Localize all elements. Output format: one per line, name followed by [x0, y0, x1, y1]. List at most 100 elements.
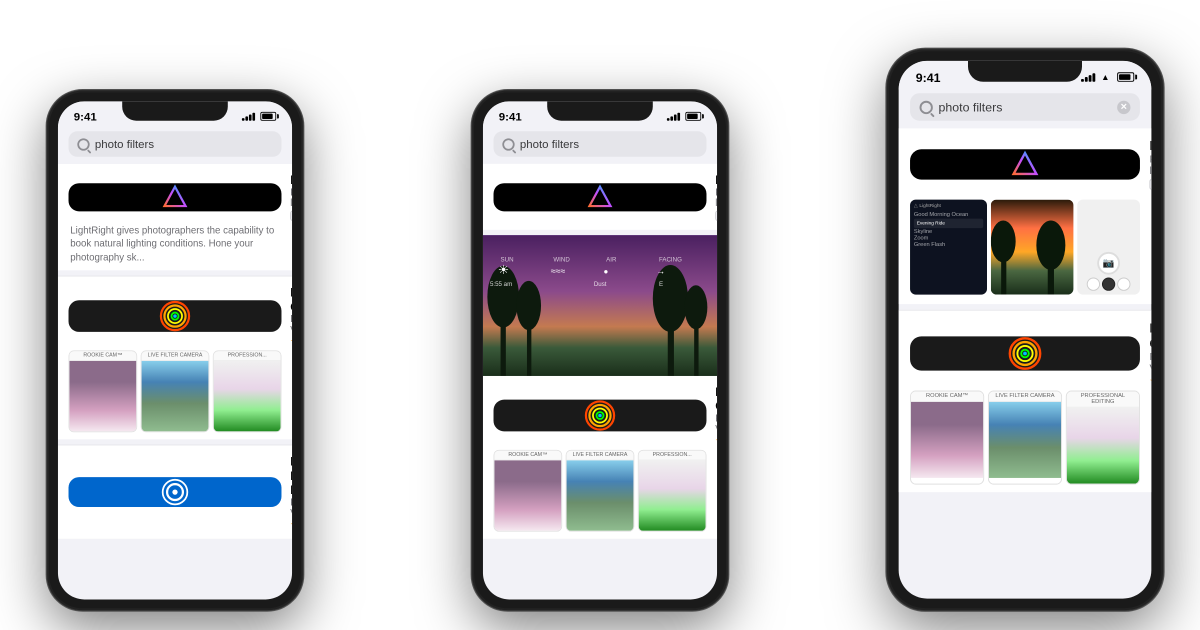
rookie-ss-3-label-middle: PROFESSION... — [639, 451, 706, 461]
rookie-ss-2-label-right: LIVE FILTER CAMERA — [989, 392, 1061, 402]
rookie-stars-right: ★★★★★ — [1149, 376, 1151, 386]
battery-fill-right — [1119, 74, 1130, 80]
lightright-card-right[interactable]: LightRight Photo filters for all lightin… — [899, 128, 1152, 304]
svg-text:AIR: AIR — [606, 257, 617, 264]
battery-middle — [685, 112, 701, 121]
lightright-subtitle-left: Photo filters for all lighting — [290, 188, 292, 209]
search-query-left: photo filters — [95, 137, 273, 150]
phone-frame-right: 9:41 ▲ — [887, 50, 1163, 611]
search-bar-right[interactable]: photo filters ✕ — [910, 93, 1140, 121]
rookie-header-middle: Rookie Cam™ Photo & Video ★★★★★ 3.8K — [494, 385, 707, 447]
status-icons-middle — [667, 112, 701, 121]
svg-text:≈≈≈: ≈≈≈ — [551, 266, 566, 276]
signal-bars-right — [1081, 73, 1095, 82]
search-icon-right — [920, 100, 933, 113]
signal-bar-1 — [242, 118, 245, 121]
rookie-ss-3-label-left: PROFESSION... — [214, 351, 281, 361]
rookie-card-middle[interactable]: Rookie Cam™ Photo & Video ★★★★★ 3.8K ROO… — [483, 376, 717, 539]
rookie-screenshots-middle: ROOKIE CAM™ LIVE FILTER CAMERA PROFESSIO… — [494, 450, 707, 532]
search-bar-middle[interactable]: photo filters — [494, 131, 707, 157]
wifi-icon-right: ▲ — [1101, 72, 1109, 82]
phone-screen-middle: 9:41 photo — [483, 101, 717, 599]
rookie-svg-right — [1008, 336, 1042, 370]
rookie-cam-svg — [159, 300, 191, 332]
lightright-icon-right — [910, 149, 1140, 179]
battery-fill-left — [262, 114, 273, 119]
status-time-middle: 9:41 — [499, 110, 522, 123]
rookie-ss-1-left: ROOKIE CAM™ — [69, 351, 138, 433]
rookie-ss-1-img-left — [69, 361, 136, 431]
rookie-subtitle-middle: Photo & Video — [715, 414, 717, 435]
notch-middle — [547, 101, 653, 120]
rookie-ss-2-img-right — [989, 402, 1061, 478]
ecp-stars-left: ★★★★★ — [290, 520, 292, 530]
search-icon-middle — [502, 138, 514, 150]
rookie-subtitle-left: Photo & Video — [290, 314, 292, 335]
svg-text:FACING: FACING — [659, 257, 682, 264]
phone-screen-right: 9:41 ▲ — [899, 61, 1152, 599]
signal-bar-r4 — [1093, 73, 1096, 82]
rookie-subtitle-right: Photo & Video — [1149, 352, 1151, 375]
lightright-screenshots-right: △ LightRight Good Morning Ocean Evening … — [899, 200, 1152, 304]
landscape-svg: SUN WIND AIR FACING ☀ ≈≈≈ ● → 5:55 am Du… — [483, 235, 717, 376]
battery-left — [260, 112, 276, 121]
lightright-info-right: LightRight Photo filters for all lightin… — [1149, 138, 1151, 190]
app-list-left: LightRight Photo filters for all lightin… — [58, 164, 292, 600]
rookie-name-right: Rookie Cam™ — [1149, 320, 1151, 350]
ecp-info-left: ECP Photo - Editor,... Photo & Video ★★★… — [290, 454, 292, 530]
rookie-ss-3-img-middle — [639, 460, 706, 530]
svg-text:→: → — [656, 266, 665, 276]
signal-bar-r1 — [1081, 78, 1084, 81]
signal-bar-3 — [249, 114, 252, 120]
rookie-ss-3-left: PROFESSION... — [213, 351, 282, 433]
rookie-info-middle: Rookie Cam™ Photo & Video ★★★★★ 3.8K — [715, 385, 717, 447]
rookie-ss-2-middle: LIVE FILTER CAMERA — [566, 450, 635, 532]
phone-middle: 9:41 photo — [472, 91, 727, 610]
lr-sunset-svg — [990, 200, 1073, 295]
search-clear-right[interactable]: ✕ — [1117, 100, 1130, 113]
svg-text:☀: ☀ — [498, 263, 509, 277]
landscape-image-middle: SUN WIND AIR FACING ☀ ≈≈≈ ● → 5:55 am Du… — [483, 235, 717, 376]
rookie-card-left[interactable]: Rookie Cam™ Photo & Video ★★★★★ 3.8K — [58, 277, 292, 440]
rookie-name-left: Rookie Cam™ — [290, 285, 292, 313]
ecp-header-left: ECP Photo - Editor,... Photo & Video ★★★… — [69, 454, 282, 530]
status-time-left: 9:41 — [74, 110, 97, 123]
rookie-ss-2-img-left — [142, 361, 209, 431]
rookie-ss-3-right: PROFESSIONAL EDITING — [1066, 391, 1140, 485]
lightright-header-right: LightRight Photo filters for all lightin… — [910, 138, 1140, 190]
lightright-info-middle: LightRight Photo filters for all lightin… — [715, 173, 717, 221]
svg-text:WIND: WIND — [553, 257, 570, 264]
phone-frame-middle: 9:41 photo — [472, 91, 727, 610]
status-icons-left — [242, 112, 276, 121]
rookie-ss-3-img-left — [214, 361, 281, 431]
signal-bar-r3 — [1089, 75, 1092, 82]
lightright-rating-right: Ad ★★★★★ 23K — [1149, 179, 1151, 190]
lightright-triangle-svg — [161, 183, 189, 211]
search-bar-left[interactable]: photo filters — [69, 131, 282, 157]
ad-badge-middle: Ad — [715, 210, 717, 221]
rookie-header-right: Rookie Cam™ Photo & Video ★★★★★ 3.8K GET — [910, 320, 1140, 387]
rookie-svg-mid — [584, 400, 616, 432]
lr-sunset-panel — [990, 200, 1073, 295]
rookie-rating-right: ★★★★★ 3.8K — [1149, 376, 1151, 386]
rookie-icon-left — [69, 300, 282, 332]
rookie-stars-left: ★★★★★ — [290, 337, 292, 347]
rookie-screenshots-left: ROOKIE CAM™ LIVE FILTER CAMERA PROFESSIO… — [69, 351, 282, 433]
lightright-subtitle-right: Photo filters for all lighting — [1149, 154, 1151, 177]
rookie-ss-1-right: ROOKIE CAM™ — [910, 391, 984, 485]
svg-text:●: ● — [604, 267, 609, 276]
rookie-ss-2-right: LIVE FILTER CAMERA — [988, 391, 1062, 485]
rookie-info-right: Rookie Cam™ Photo & Video ★★★★★ 3.8K — [1149, 320, 1151, 387]
ad-badge-right: Ad — [1149, 179, 1151, 190]
ecp-card-left[interactable]: ECP Photo - Editor,... Photo & Video ★★★… — [58, 446, 292, 539]
svg-text:E: E — [659, 281, 663, 288]
rookie-ss-3-middle: PROFESSION... — [638, 450, 707, 532]
rookie-screenshots-right: ROOKIE CAM™ LIVE FILTER CAMERA PROFESSIO… — [910, 391, 1140, 485]
rookie-rating-middle: ★★★★★ 3.8K — [715, 437, 717, 447]
search-query-middle: photo filters — [520, 137, 698, 150]
signal-bar-m2 — [670, 116, 673, 120]
battery-right — [1117, 72, 1134, 82]
lightright-card-left[interactable]: LightRight Photo filters for all lightin… — [58, 164, 292, 271]
lightright-card-middle[interactable]: LightRight Photo filters for all lightin… — [483, 164, 717, 230]
rookie-card-right[interactable]: Rookie Cam™ Photo & Video ★★★★★ 3.8K GET — [899, 311, 1152, 492]
